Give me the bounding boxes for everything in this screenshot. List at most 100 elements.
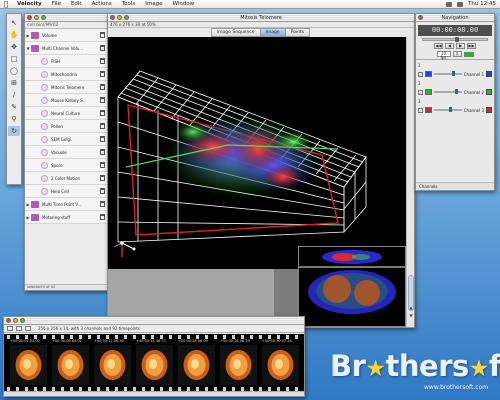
channel-level-knob[interactable] bbox=[449, 107, 453, 112]
menu-file[interactable]: File bbox=[47, 1, 66, 7]
film-frame[interactable] bbox=[136, 345, 173, 385]
rewind-icon[interactable]: ◀◀ bbox=[434, 43, 443, 49]
trash-icon[interactable] bbox=[100, 175, 105, 181]
film-frame[interactable] bbox=[220, 345, 257, 385]
filmstrip-scrollbar[interactable] bbox=[4, 391, 304, 396]
minimize-button[interactable] bbox=[117, 15, 122, 20]
film-frame[interactable] bbox=[10, 345, 47, 385]
library-item[interactable]: Mitochondria bbox=[25, 68, 107, 81]
image-titlebar[interactable]: Mitosis Telomere bbox=[108, 14, 414, 22]
channel-level-slider[interactable] bbox=[434, 89, 462, 94]
channel-color-box[interactable] bbox=[425, 89, 432, 95]
close-button[interactable] bbox=[110, 15, 115, 20]
library-item[interactable]: ▶ Motoring stuff bbox=[25, 211, 107, 224]
fps-stepper-icon[interactable]: ↕ bbox=[452, 51, 462, 57]
orthogonal-views[interactable] bbox=[298, 246, 406, 327]
zoom-button[interactable] bbox=[124, 15, 129, 20]
channel-level-slider[interactable] bbox=[434, 107, 462, 112]
time-slider[interactable] bbox=[422, 37, 488, 42]
channel-visible-checkbox[interactable]: ✓ bbox=[418, 71, 423, 77]
minimize-button[interactable] bbox=[34, 15, 39, 20]
channel-visible-checkbox[interactable]: ✓ bbox=[418, 107, 423, 113]
zoom-button[interactable] bbox=[20, 318, 25, 323]
library-item[interactable]: ▶ Volume bbox=[25, 29, 107, 42]
menu-actions[interactable]: Actions bbox=[87, 1, 117, 7]
volume-icon[interactable] bbox=[457, 1, 464, 7]
tab-points[interactable]: Points bbox=[284, 27, 311, 37]
scroll-up-arrow-icon[interactable]: ▲ bbox=[408, 305, 414, 311]
trash-icon[interactable] bbox=[100, 58, 105, 64]
library-item[interactable]: FISH bbox=[25, 55, 107, 68]
film-frame[interactable] bbox=[178, 345, 215, 385]
minimize-button[interactable] bbox=[13, 318, 18, 323]
fps-field[interactable]: 10 fps bbox=[436, 51, 451, 60]
film-frame[interactable] bbox=[52, 345, 89, 385]
library-item[interactable]: ▶ Multi Time Point V... bbox=[25, 198, 107, 211]
apple-menu-icon[interactable]:  bbox=[0, 0, 12, 8]
filmstrip-mode-icon[interactable] bbox=[7, 326, 13, 331]
tab-image-sequence[interactable]: Image Sequence bbox=[210, 27, 261, 37]
channel-level-slider[interactable] bbox=[434, 71, 462, 76]
trash-icon[interactable] bbox=[100, 188, 105, 194]
channel-color-box[interactable] bbox=[425, 107, 432, 113]
rotate-icon[interactable]: ↻ bbox=[8, 126, 20, 136]
trash-icon[interactable] bbox=[100, 136, 105, 142]
channel-swatch[interactable] bbox=[486, 71, 492, 77]
menu-edit[interactable]: Edit bbox=[66, 1, 87, 7]
trash-icon[interactable] bbox=[100, 71, 105, 77]
play-icon[interactable]: ▶ bbox=[456, 43, 465, 49]
channel-swatch[interactable] bbox=[486, 107, 492, 113]
channel-level-knob[interactable] bbox=[454, 89, 458, 94]
arrow-icon[interactable]: ↖ bbox=[8, 18, 20, 28]
trash-icon[interactable] bbox=[100, 123, 105, 129]
menu-window[interactable]: Window bbox=[167, 1, 199, 7]
filmstrip-titlebar[interactable] bbox=[4, 317, 304, 325]
menu-image[interactable]: Image bbox=[140, 1, 167, 7]
zoom-button[interactable] bbox=[41, 15, 46, 20]
library-item[interactable]: 2 Color Motion bbox=[25, 172, 107, 185]
fast-forward-icon[interactable]: ▶▶ bbox=[467, 43, 476, 49]
crop-icon[interactable]: ⊞ bbox=[8, 78, 20, 88]
channel-level-knob[interactable] bbox=[452, 71, 456, 76]
lasso-icon[interactable]: ◯ bbox=[8, 66, 20, 76]
channel-visible-checkbox[interactable]: ✓ bbox=[418, 89, 423, 95]
clock[interactable]: Thu 12:45 bbox=[468, 1, 496, 7]
library-item[interactable]: Mouse Kidney S... bbox=[25, 94, 107, 107]
library-item[interactable]: Pollen bbox=[25, 120, 107, 133]
trash-icon[interactable] bbox=[100, 201, 105, 207]
tab-image[interactable]: Image bbox=[259, 27, 286, 37]
filmstrip-grid-icon[interactable] bbox=[16, 326, 22, 331]
time-slider-knob[interactable] bbox=[455, 37, 459, 42]
menu-tools[interactable]: Tools bbox=[117, 1, 141, 7]
move-icon[interactable]: ✥ bbox=[8, 42, 20, 52]
library-item[interactable]: Spore bbox=[25, 159, 107, 172]
library-item[interactable]: ▼ Multi Channel Volu... bbox=[25, 42, 107, 55]
close-button[interactable] bbox=[6, 318, 11, 323]
trash-icon[interactable] bbox=[100, 149, 105, 155]
library-item[interactable]: Vacuole bbox=[25, 146, 107, 159]
scroll-down-arrow-icon[interactable]: ▼ bbox=[408, 313, 414, 319]
pencil-icon[interactable]: ✎ bbox=[8, 102, 20, 112]
library-item[interactable]: SEM Golgi bbox=[25, 133, 107, 146]
step-back-icon[interactable]: ◀ bbox=[445, 43, 454, 49]
film-frame[interactable] bbox=[94, 345, 131, 385]
film-frame[interactable] bbox=[262, 345, 299, 385]
zoom-icon[interactable]: ⚲ bbox=[8, 114, 20, 124]
close-button[interactable] bbox=[418, 15, 423, 20]
close-button[interactable] bbox=[27, 15, 32, 20]
line-icon[interactable]: ∕ bbox=[8, 90, 20, 100]
trash-icon[interactable] bbox=[100, 45, 105, 51]
trash-icon[interactable] bbox=[100, 110, 105, 116]
trash-icon[interactable] bbox=[100, 162, 105, 168]
trash-icon[interactable] bbox=[100, 84, 105, 90]
film-strip[interactable]: +00:00:01.04.00 +00:00:06.64.02 +00:00:17.… bbox=[4, 334, 304, 392]
library-item[interactable]: Hela Cell bbox=[25, 185, 107, 198]
filmstrip-zoom-icon[interactable] bbox=[25, 326, 31, 331]
library-titlebar[interactable] bbox=[25, 14, 107, 22]
trash-icon[interactable] bbox=[100, 32, 105, 38]
trash-icon[interactable] bbox=[100, 214, 105, 220]
select-icon[interactable]: □ bbox=[8, 54, 20, 64]
menu-velocity[interactable]: Velocity bbox=[12, 1, 47, 7]
channel-swatch[interactable] bbox=[486, 89, 492, 95]
vertical-scrollbar[interactable]: ▲ ▼ bbox=[406, 37, 414, 327]
